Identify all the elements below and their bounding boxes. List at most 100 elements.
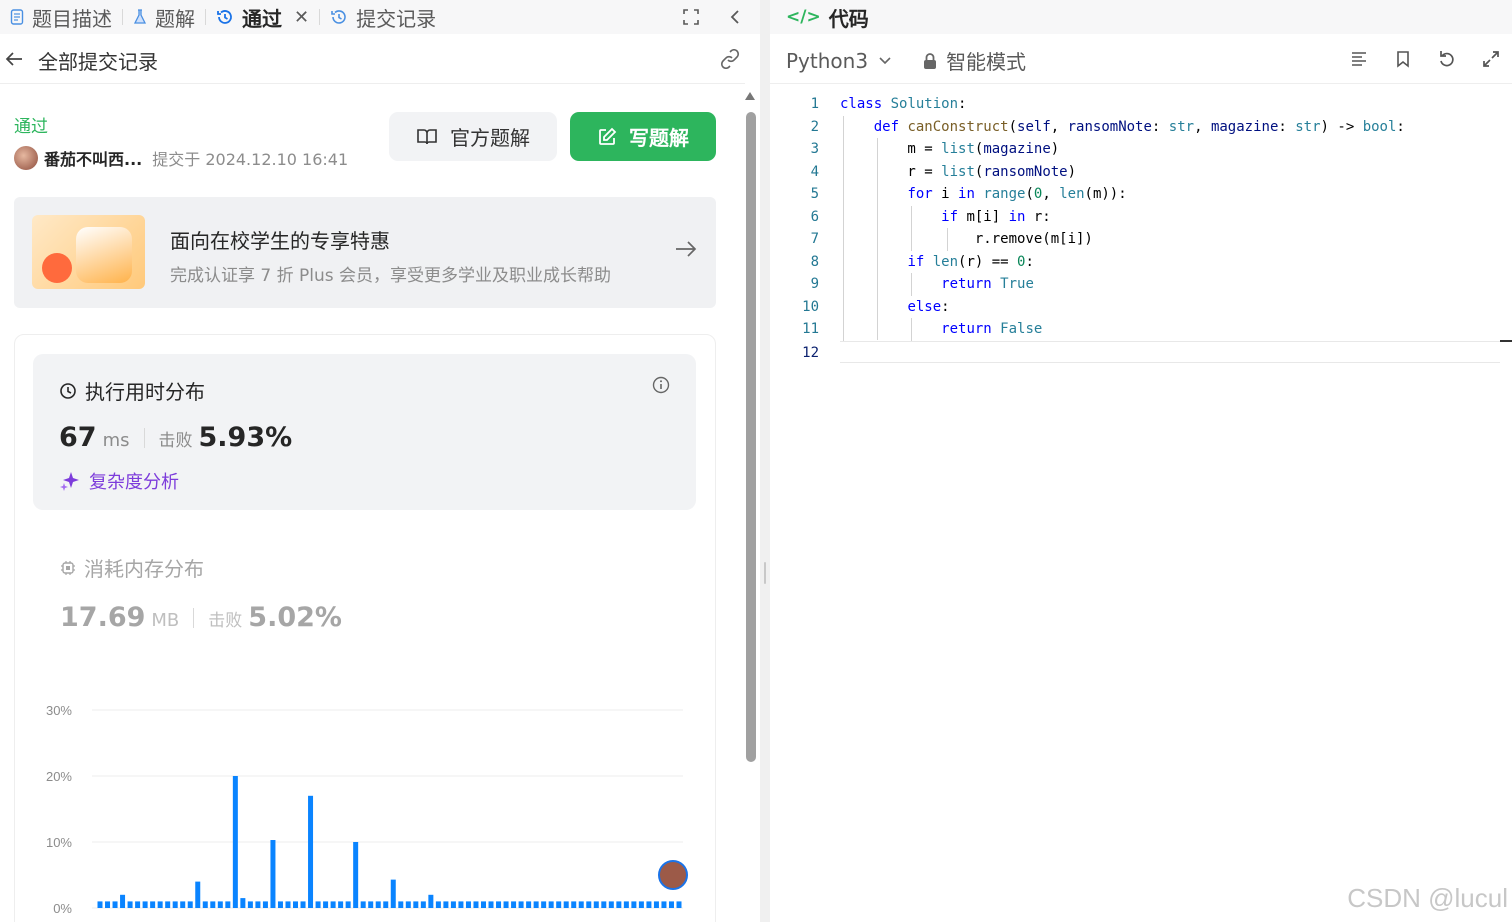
chart-bar[interactable] <box>383 901 389 908</box>
chart-bar[interactable] <box>638 901 644 908</box>
link-icon[interactable] <box>719 48 741 74</box>
chart-bar[interactable] <box>413 901 419 908</box>
close-icon[interactable]: ✕ <box>294 7 309 28</box>
all-submissions-title[interactable]: 全部提交记录 <box>38 46 158 75</box>
chart-bar[interactable] <box>142 901 148 908</box>
chart-bar[interactable] <box>608 901 614 908</box>
code-line[interactable]: 4 r = list(ransomNote) <box>770 161 1512 184</box>
chart-bar[interactable] <box>345 901 351 908</box>
chart-bar[interactable] <box>571 901 577 908</box>
code-line[interactable]: 1 class Solution: <box>770 93 1512 116</box>
chart-bar[interactable] <box>240 898 246 908</box>
smart-mode-toggle[interactable]: 智能模式 <box>922 46 1026 75</box>
code-line[interactable]: 9 return True <box>770 273 1512 296</box>
chart-bar[interactable] <box>270 840 276 908</box>
chart-bar[interactable] <box>127 901 133 908</box>
chart-bar[interactable] <box>323 901 329 908</box>
fullscreen-icon[interactable] <box>682 0 700 34</box>
chart-bar[interactable] <box>578 901 584 908</box>
chart-bar[interactable] <box>277 901 283 908</box>
chart-bar[interactable] <box>172 901 178 908</box>
collapse-icon[interactable] <box>728 0 742 34</box>
chart-bar[interactable] <box>443 901 449 908</box>
scroll-up-arrow-icon[interactable] <box>745 92 755 100</box>
official-solution-button[interactable]: 官方题解 <box>389 112 557 161</box>
author-name[interactable]: 番茄不叫西... <box>44 146 142 170</box>
back-arrow-icon[interactable] <box>4 49 24 73</box>
info-icon[interactable] <box>652 376 670 394</box>
runtime-distribution-chart[interactable]: 30% 20% 10% 0% <box>36 690 696 922</box>
student-promo-banner[interactable]: 面向在校学生的专享特惠 完成认证享 7 折 Plus 会员，享受更多学业及职业成… <box>14 197 716 308</box>
chart-bar[interactable] <box>225 901 231 908</box>
avatar[interactable] <box>14 146 38 170</box>
chart-bar[interactable] <box>518 901 524 908</box>
reset-icon[interactable] <box>1436 48 1458 70</box>
memory-panel[interactable]: 消耗内存分布 17.69 MB 击败 5.02% <box>60 553 342 633</box>
chart-bar[interactable] <box>458 901 464 908</box>
chart-bar[interactable] <box>511 901 517 908</box>
code-line[interactable]: 11 return False <box>770 318 1512 341</box>
write-solution-button[interactable]: 写题解 <box>570 112 716 161</box>
my-submission-avatar-marker[interactable] <box>658 860 688 890</box>
chart-bar[interactable] <box>285 901 291 908</box>
chart-bar[interactable] <box>105 901 111 908</box>
chart-bar[interactable] <box>526 901 532 908</box>
code-editor[interactable]: 1 class Solution: 2 def canConstruct(self,… <box>770 93 1512 393</box>
expand-icon[interactable] <box>1480 48 1502 70</box>
tab-description[interactable]: 题目描述 <box>4 0 118 34</box>
chart-bar[interactable] <box>623 901 629 908</box>
chart-bar[interactable] <box>135 901 141 908</box>
chart-bar[interactable] <box>232 776 238 908</box>
code-line[interactable]: 7 r.remove(m[i]) <box>770 228 1512 251</box>
code-line[interactable]: 5 for i in range(0, len(m)): <box>770 183 1512 206</box>
chart-bar[interactable] <box>262 901 268 908</box>
code-line[interactable]: 10 else: <box>770 296 1512 319</box>
chart-bar[interactable] <box>180 901 186 908</box>
code-line[interactable]: 12 <box>802 340 1500 363</box>
chart-bar[interactable] <box>112 901 118 908</box>
chart-bar[interactable] <box>503 901 509 908</box>
runtime-panel[interactable]: 执行用时分布 67 ms 击败 5.93% 复杂度分析 <box>33 354 696 510</box>
tab-solutions[interactable]: 题解 <box>127 0 201 34</box>
chart-bar[interactable] <box>420 901 426 908</box>
panel-resizer[interactable] <box>760 0 770 922</box>
chart-bar[interactable] <box>653 901 659 908</box>
chart-bar[interactable] <box>435 901 441 908</box>
chart-bar[interactable] <box>375 901 381 908</box>
bookmark-icon[interactable] <box>1392 48 1414 70</box>
chart-bar[interactable] <box>556 901 562 908</box>
chart-bar[interactable] <box>450 901 456 908</box>
complexity-analysis-link[interactable]: 复杂度分析 <box>59 468 179 494</box>
scrollbar-thumb[interactable] <box>746 112 756 762</box>
chart-bar[interactable] <box>300 901 306 908</box>
code-tab-label[interactable]: 代码 <box>829 3 869 32</box>
code-line[interactable]: 6 if m[i] in r: <box>770 206 1512 229</box>
chart-bar[interactable] <box>247 901 253 908</box>
chart-bar[interactable] <box>586 901 592 908</box>
chart-bar[interactable] <box>217 901 223 908</box>
chart-bar[interactable] <box>593 901 599 908</box>
chart-bar[interactable] <box>368 901 374 908</box>
chart-bar[interactable] <box>541 901 547 908</box>
chart-bar[interactable] <box>293 901 299 908</box>
chart-bar[interactable] <box>202 901 208 908</box>
chart-bar[interactable] <box>210 901 216 908</box>
tab-accepted[interactable]: 通过 ✕ <box>210 0 315 34</box>
chart-bar[interactable] <box>353 842 359 908</box>
tab-submissions[interactable]: 提交记录 <box>324 0 442 34</box>
chart-bar[interactable] <box>390 879 396 908</box>
chart-bar[interactable] <box>338 901 344 908</box>
chart-bar[interactable] <box>496 901 502 908</box>
chart-bar[interactable] <box>428 894 434 908</box>
chart-bar[interactable] <box>668 901 674 908</box>
code-line[interactable]: 8 if len(r) == 0: <box>770 251 1512 274</box>
chart-bar[interactable] <box>255 901 261 908</box>
chart-bar[interactable] <box>601 901 607 908</box>
chart-bar[interactable] <box>661 901 667 908</box>
chart-bar[interactable] <box>676 901 682 908</box>
format-icon[interactable] <box>1348 48 1370 70</box>
chart-bar[interactable] <box>480 901 486 908</box>
chart-bar[interactable] <box>631 901 637 908</box>
chart-bar[interactable] <box>616 901 622 908</box>
code-line[interactable]: 2 def canConstruct(self, ransomNote: str… <box>770 116 1512 139</box>
